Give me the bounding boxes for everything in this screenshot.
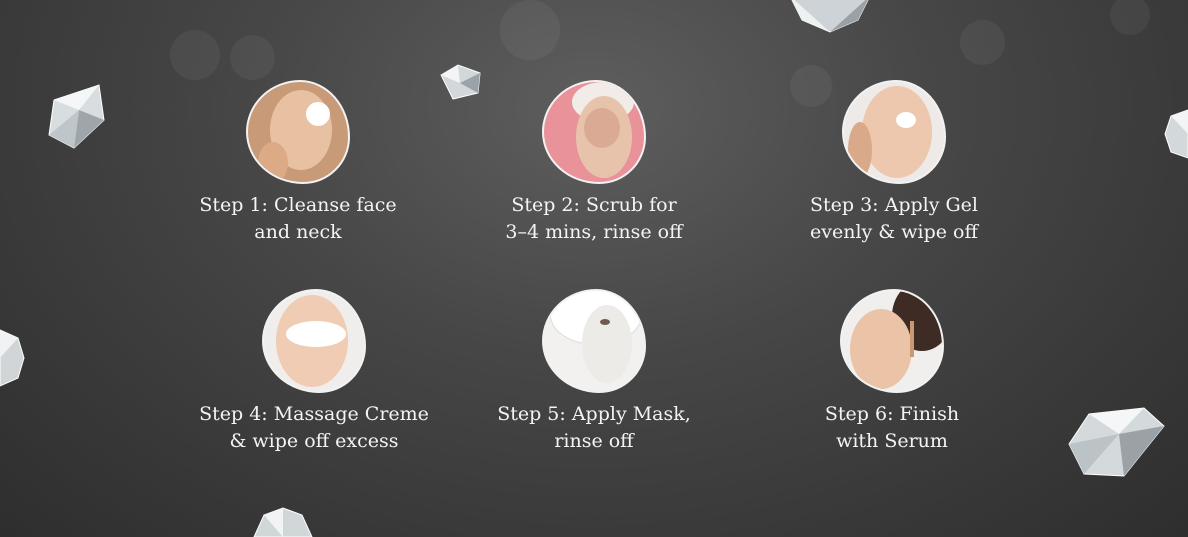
step-card: Step 5: Apply Mask, rinse off xyxy=(464,289,724,455)
diamond-icon xyxy=(1164,109,1188,159)
diamond-icon xyxy=(791,0,869,33)
face-cleansing-photo-icon xyxy=(246,80,350,184)
bokeh-light xyxy=(960,20,1005,65)
bokeh-light xyxy=(170,30,220,80)
step-card: Step 2: Scrub for 3–4 mins, rinse off xyxy=(464,80,724,246)
bokeh-light xyxy=(500,0,560,60)
step-card: Step 6: Finish with Serum xyxy=(762,289,1022,455)
face-scrub-photo-icon xyxy=(542,80,646,184)
bokeh-light xyxy=(1110,0,1150,35)
step-card: Step 4: Massage Creme & wipe off excess xyxy=(184,289,444,455)
step-card: Step 3: Apply Gel evenly & wipe off xyxy=(764,80,1024,246)
step-card: Step 1: Cleanse face and neck xyxy=(168,80,428,246)
step-label: Step 2: Scrub for 3–4 mins, rinse off xyxy=(505,194,683,243)
diamond-icon xyxy=(253,507,313,537)
step-label: Step 1: Cleanse face and neck xyxy=(199,194,397,243)
diamond-icon xyxy=(1068,407,1165,477)
face-gel-photo-icon xyxy=(842,80,946,184)
step-label: Step 6: Finish with Serum xyxy=(824,403,960,452)
diamond-icon xyxy=(48,84,105,149)
step-label: Step 3: Apply Gel evenly & wipe off xyxy=(809,194,979,243)
bokeh-light xyxy=(230,35,275,80)
face-creme-photo-icon xyxy=(262,289,366,393)
step-label: Step 5: Apply Mask, rinse off xyxy=(497,403,691,452)
diamond-icon xyxy=(0,329,25,387)
face-mask-photo-icon xyxy=(542,289,646,393)
step-label: Step 4: Massage Creme & wipe off excess xyxy=(199,403,429,452)
face-serum-photo-icon xyxy=(840,289,944,393)
